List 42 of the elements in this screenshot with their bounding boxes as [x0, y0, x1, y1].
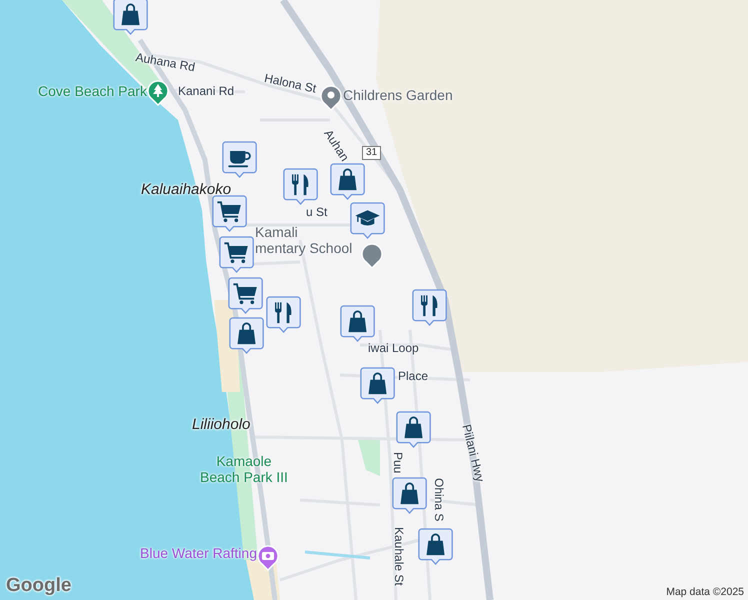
- place-label[interactable]: Kamali: [255, 224, 352, 240]
- route-shield: 31: [362, 146, 382, 160]
- coffee-cup-pin[interactable]: [222, 141, 258, 179]
- street-label: Auhana Rd: [134, 50, 196, 74]
- park-area: [358, 440, 380, 476]
- shopping-bag-pin[interactable]: [330, 163, 366, 201]
- locality-label: Kaluaihakoko: [141, 181, 232, 198]
- shopping-cart-pin[interactable]: [212, 195, 248, 233]
- shopping-bag-pin[interactable]: [392, 477, 428, 515]
- place-label[interactable]: Cove Beach Park: [38, 83, 147, 99]
- street-label: Piilani Hwy: [459, 423, 488, 484]
- shopping-cart-pin[interactable]: [219, 236, 255, 274]
- shopping-bag-pin[interactable]: [340, 305, 376, 343]
- shopping-bag-pin[interactable]: [418, 528, 454, 566]
- camera-pin-icon[interactable]: [256, 543, 280, 571]
- shopping-bag-pin[interactable]: [360, 367, 396, 405]
- graduation-cap-pin[interactable]: [350, 202, 386, 240]
- street-label: Kanani Rd: [178, 84, 234, 98]
- street-label: Puu: [391, 452, 405, 474]
- school-pin-icon[interactable]: [360, 241, 384, 269]
- fork-knife-pin[interactable]: [283, 168, 319, 206]
- street-label: Kauhale St: [392, 527, 406, 586]
- tree-pin-icon[interactable]: [146, 78, 170, 106]
- locality-label: Liliioholo: [192, 416, 250, 433]
- shopping-bag-pin[interactable]: [229, 317, 265, 355]
- place-label[interactable]: Kamaole: [216, 453, 272, 469]
- shopping-cart-pin[interactable]: [228, 277, 264, 315]
- place-label[interactable]: Blue Water Rafting: [140, 545, 257, 561]
- street-label: Ohina S: [432, 478, 446, 522]
- place-label[interactable]: mentary School: [255, 240, 352, 256]
- street-label: iwai Loop: [368, 341, 419, 355]
- stream-line: [304, 550, 370, 560]
- street-label: Place: [398, 369, 428, 383]
- place-label[interactable]: Childrens Garden: [343, 87, 453, 103]
- street-label: u St: [306, 205, 328, 219]
- fork-knife-pin[interactable]: [412, 289, 448, 327]
- shopping-bag-pin[interactable]: [396, 411, 432, 449]
- fork-knife-pin[interactable]: [266, 296, 302, 334]
- location-pin-icon[interactable]: [319, 83, 343, 111]
- place-label[interactable]: Beach Park III: [200, 469, 288, 485]
- street-label: Halona St: [263, 71, 318, 96]
- google-logo[interactable]: Google: [6, 575, 72, 597]
